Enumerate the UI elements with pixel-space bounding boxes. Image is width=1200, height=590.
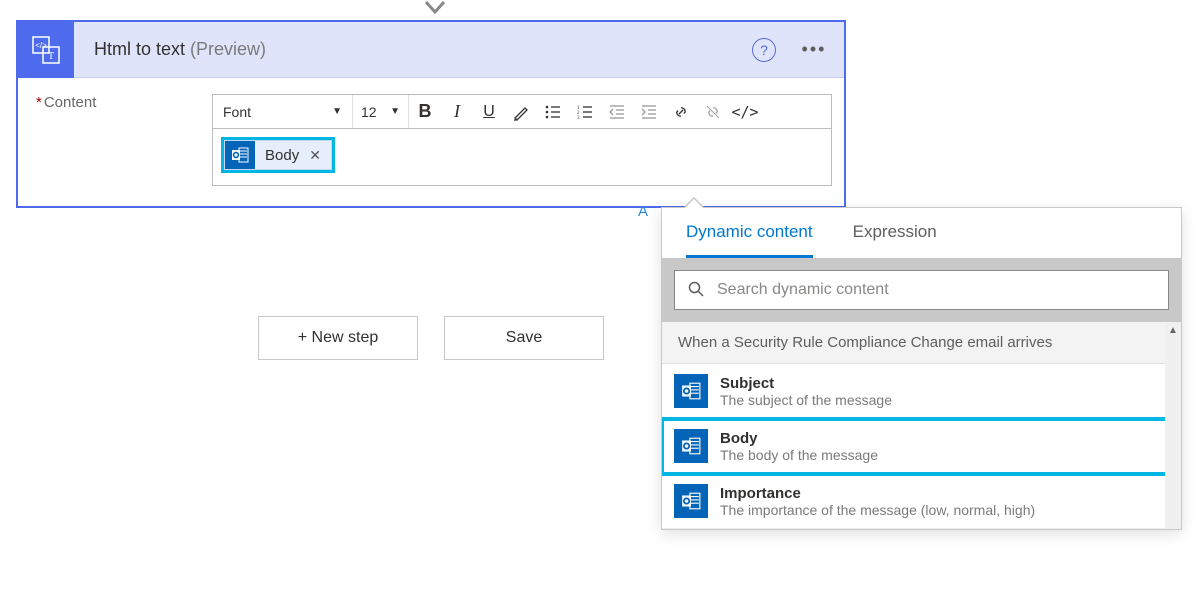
html-to-text-icon: </> T (18, 22, 74, 78)
bold-button[interactable]: B (409, 95, 441, 128)
font-size-label: 12 (361, 104, 377, 120)
outdent-button[interactable] (601, 95, 633, 128)
svg-text:</>: </> (35, 41, 47, 50)
dc-tabs: Dynamic content Expression (662, 208, 1181, 258)
search-icon (687, 280, 705, 301)
save-label: Save (506, 329, 542, 347)
dynamic-content-panel: Dynamic content Expression When a Securi… (661, 207, 1182, 530)
dc-item-name: Subject (720, 375, 892, 392)
dc-item-text: BodyThe body of the message (720, 430, 878, 463)
dynamic-token-body[interactable]: Body ✕ (224, 140, 332, 170)
help-icon[interactable]: ? (752, 38, 776, 62)
highlight-token-body: Body ✕ (221, 137, 335, 173)
flow-arrow-down-icon (424, 0, 446, 21)
token-remove-icon[interactable]: ✕ (307, 147, 331, 164)
dc-item-subject[interactable]: SubjectThe subject of the message (662, 364, 1181, 419)
font-dropdown-label: Font (223, 104, 251, 120)
card-title-preview: (Preview) (190, 39, 266, 59)
card-title-text: Html to text (94, 39, 185, 59)
tab-dynamic-content[interactable]: Dynamic content (686, 208, 813, 258)
card-body: *Content Font ▼ 12 ▼ B I U (18, 78, 844, 206)
dc-item-desc: The importance of the message (low, norm… (720, 502, 1035, 518)
content-field-label: *Content (30, 94, 212, 186)
popover-caret-fill (684, 199, 704, 209)
card-menu-button[interactable]: ••• (794, 39, 834, 60)
editor-toolbar: Font ▼ 12 ▼ B I U 123 (212, 94, 832, 128)
dc-item-text: SubjectThe subject of the message (720, 375, 892, 408)
scroll-up-icon[interactable]: ▲ (1165, 322, 1181, 338)
new-step-button[interactable]: + New step (258, 316, 418, 360)
code-view-button[interactable]: </> (729, 95, 761, 128)
outlook-icon (225, 141, 255, 169)
highlight-button[interactable] (505, 95, 537, 128)
dc-item-text: ImportanceThe importance of the message … (720, 485, 1035, 518)
scrollbar[interactable]: ▲ (1165, 322, 1181, 529)
dc-item-desc: The body of the message (720, 447, 878, 463)
dc-search-area (662, 258, 1181, 322)
dc-item-name: Body (720, 430, 878, 447)
new-step-label: + New step (298, 329, 378, 347)
content-label-text: Content (44, 94, 97, 111)
tab-dynamic-label: Dynamic content (686, 222, 813, 242)
font-dropdown[interactable]: Font ▼ (213, 95, 353, 128)
dc-search-box[interactable] (674, 270, 1169, 310)
action-card-html-to-text: </> T Html to text (Preview) ? ••• *Cont… (16, 20, 846, 208)
outlook-icon (674, 429, 708, 463)
dc-group-header: When a Security Rule Compliance Change e… (662, 322, 1181, 364)
svg-text:3: 3 (577, 116, 580, 121)
chevron-down-icon: ▼ (390, 106, 400, 117)
unlink-button[interactable] (697, 95, 729, 128)
link-button[interactable] (665, 95, 697, 128)
underline-button[interactable]: U (473, 95, 505, 128)
token-label: Body (255, 147, 307, 164)
dc-item-body[interactable]: BodyThe body of the message (662, 419, 1181, 474)
indent-button[interactable] (633, 95, 665, 128)
italic-button[interactable]: I (441, 95, 473, 128)
save-button[interactable]: Save (444, 316, 604, 360)
dc-item-importance[interactable]: ImportanceThe importance of the message … (662, 474, 1181, 529)
required-mark: * (36, 94, 42, 111)
dc-search-input[interactable] (717, 281, 1156, 299)
rich-text-editor: Font ▼ 12 ▼ B I U 123 (212, 94, 832, 186)
tab-expression-label: Expression (853, 222, 937, 242)
bullet-list-button[interactable] (537, 95, 569, 128)
tab-expression[interactable]: Expression (853, 208, 937, 258)
dc-results: When a Security Rule Compliance Change e… (662, 322, 1181, 529)
dc-item-name: Importance (720, 485, 1035, 502)
card-header[interactable]: </> T Html to text (Preview) ? ••• (18, 22, 844, 78)
card-title: Html to text (Preview) (74, 39, 752, 60)
add-dynamic-hint-clip: A (638, 203, 648, 220)
dc-item-desc: The subject of the message (720, 392, 892, 408)
chevron-down-icon: ▼ (332, 106, 342, 117)
outlook-icon (674, 374, 708, 408)
font-size-dropdown[interactable]: 12 ▼ (353, 95, 409, 128)
svg-text:T: T (48, 51, 54, 62)
number-list-button[interactable]: 123 (569, 95, 601, 128)
outlook-icon (674, 484, 708, 518)
content-input[interactable]: Body ✕ (212, 128, 832, 186)
